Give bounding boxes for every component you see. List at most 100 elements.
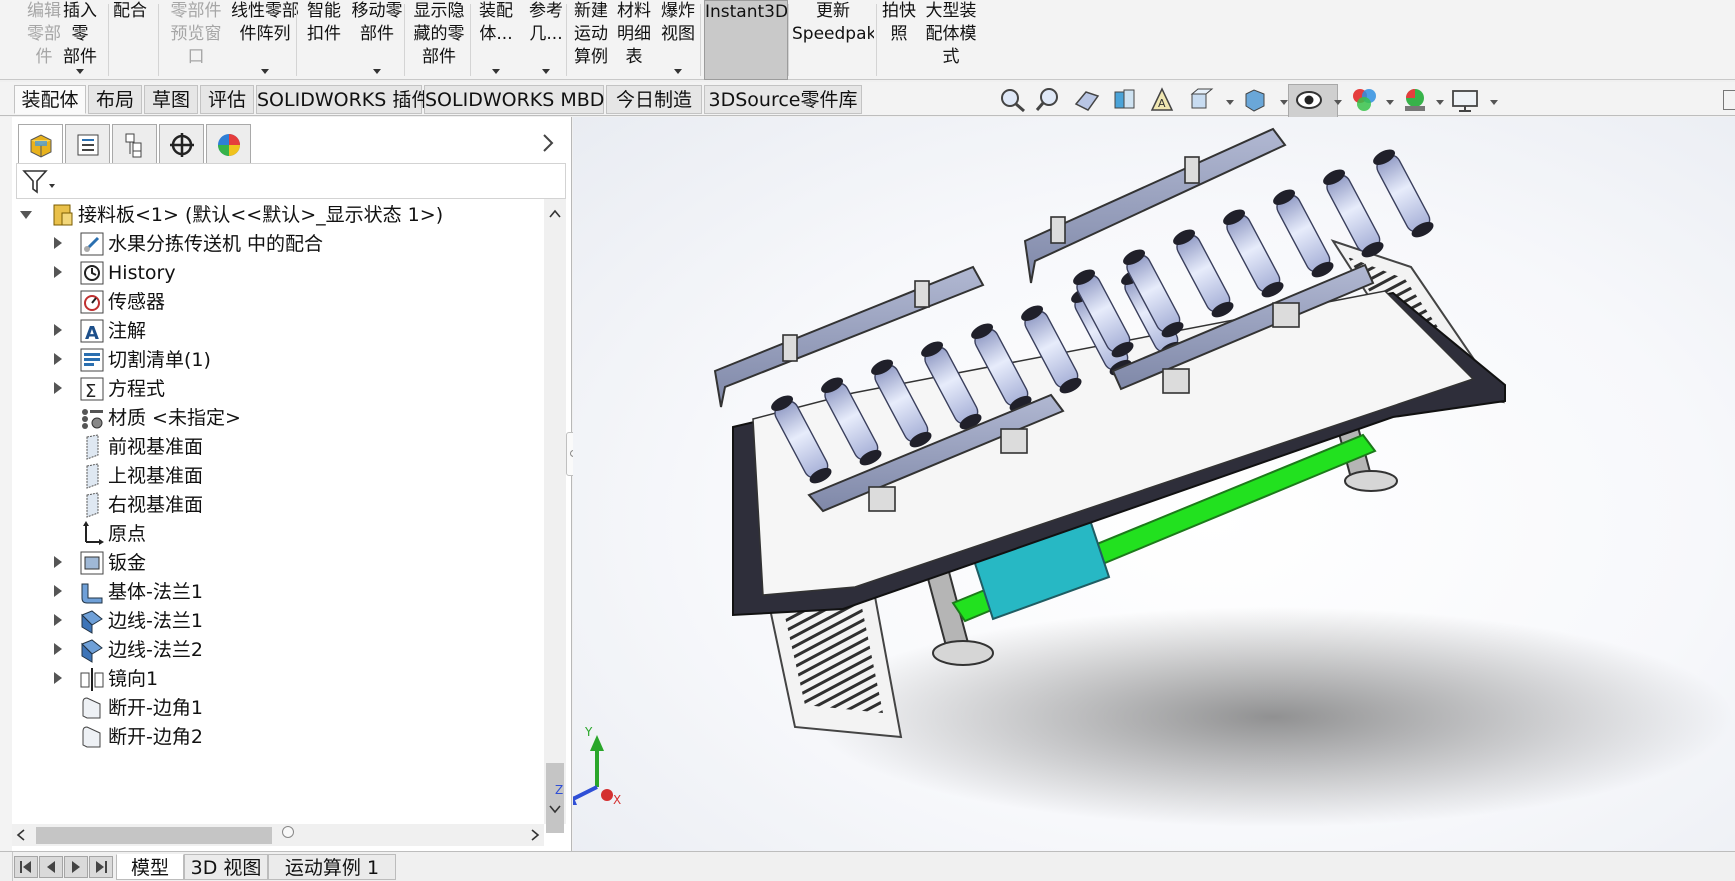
component-preview-button[interactable]: 零部件 预览窗 口 (164, 0, 228, 80)
exploded-view-button[interactable]: 爆炸 视图 (658, 0, 698, 80)
chevron-down-icon[interactable] (674, 69, 682, 74)
filter-icon[interactable] (21, 168, 57, 196)
tree-item-16[interactable]: 断开-边角1 (16, 692, 544, 724)
tree-vertical-scrollbar[interactable] (544, 199, 566, 833)
bottom-tab-2[interactable]: 运动算例 1 (268, 854, 396, 880)
expand-closed-icon[interactable] (54, 237, 62, 249)
command-tab-0[interactable]: 装配体 (14, 85, 86, 114)
tree-item-4[interactable]: 切割清单(1) (16, 344, 544, 376)
tree-item-5[interactable]: Σ 方程式 (16, 373, 544, 405)
update-speedpak-button[interactable]: 更新 Speedpak (792, 0, 874, 80)
command-tab-1[interactable]: 布局 (88, 85, 142, 114)
previous-tab-icon[interactable] (39, 856, 63, 878)
chevron-down-icon[interactable] (1226, 100, 1234, 105)
roller[interactable] (1221, 206, 1286, 300)
smart-fasteners-button[interactable]: 智能 扣件 (304, 0, 344, 80)
chevron-down-icon[interactable] (1280, 100, 1288, 105)
vertical-scroll-thumb[interactable] (546, 763, 564, 833)
tree-item-root[interactable]: 接料板<1> (默认<<默认>_显示状态 1>) (16, 199, 544, 231)
zoom-to-area-icon[interactable] (1035, 86, 1065, 114)
command-tab-2[interactable]: 草图 (144, 85, 198, 114)
displaymanager-tab[interactable] (206, 124, 251, 164)
horizontal-scroll-thumb[interactable] (36, 827, 272, 844)
expand-closed-icon[interactable] (54, 382, 62, 394)
edit-appearance-icon[interactable] (1350, 86, 1380, 114)
show-hidden-button[interactable]: 显示隐 藏的零 部件 (410, 0, 468, 80)
tree-item-7[interactable]: 前视基准面 (16, 431, 544, 463)
last-tab-icon[interactable] (89, 856, 113, 878)
feature-tree-filter[interactable] (16, 163, 566, 199)
insert-components-button[interactable]: 插入零 部件 (56, 0, 104, 80)
next-tab-icon[interactable] (64, 856, 88, 878)
move-component-button[interactable]: 移动零 部件 (348, 0, 406, 80)
assembly-features-button[interactable]: 装配 体... (474, 0, 518, 80)
tree-item-14[interactable]: 边线-法兰2 (16, 634, 544, 666)
chevron-down-icon[interactable] (1436, 100, 1444, 105)
tree-item-0[interactable]: 水果分拣传送机 中的配合 (16, 228, 544, 260)
bottom-tab-0[interactable]: 模型 (116, 854, 184, 880)
expand-closed-icon[interactable] (54, 353, 62, 365)
featuremanager-tab[interactable] (18, 124, 63, 164)
graphics-area[interactable] (573, 117, 1735, 851)
propertymanager-tab[interactable] (65, 124, 110, 164)
chevron-down-icon[interactable] (261, 69, 269, 74)
bottom-tab-1[interactable]: 3D 视图 (184, 854, 268, 880)
chevron-down-icon[interactable] (76, 69, 84, 74)
reference-geometry-button[interactable]: 参考 几... (524, 0, 568, 80)
display-style-icon[interactable] (1240, 86, 1270, 114)
mate-button[interactable]: 配合 (112, 0, 148, 80)
task-pane-collapse-handle[interactable] (1723, 90, 1735, 110)
roller[interactable] (1171, 226, 1236, 320)
chevron-down-icon[interactable] (1386, 100, 1394, 105)
expand-closed-icon[interactable] (54, 556, 62, 568)
tree-item-2[interactable]: 传感器 (16, 286, 544, 318)
take-snapshot-button[interactable]: 拍快 照 (880, 0, 918, 80)
chevron-down-icon[interactable] (542, 69, 550, 74)
zoom-to-fit-icon[interactable] (998, 86, 1028, 114)
view-settings-icon[interactable] (1450, 86, 1480, 114)
roller[interactable] (1371, 146, 1436, 240)
apply-scene-icon[interactable] (1400, 86, 1430, 114)
expand-closed-icon[interactable] (54, 672, 62, 684)
chevron-down-icon[interactable] (1334, 100, 1342, 105)
command-tab-4[interactable]: SOLIDWORKS 插件 (256, 85, 430, 114)
tree-item-17[interactable]: 断开-边角2 (16, 721, 544, 753)
roller[interactable] (1271, 186, 1336, 280)
linear-pattern-button[interactable]: 线性零部 件阵列 (226, 0, 304, 80)
expand-closed-icon[interactable] (54, 643, 62, 655)
large-assembly-button[interactable]: 大型装 配体模 式 (922, 0, 980, 80)
tree-item-8[interactable]: 上视基准面 (16, 460, 544, 492)
expand-open-icon[interactable] (20, 211, 32, 219)
instant3d-button[interactable]: Instant3D (704, 0, 788, 80)
expand-closed-icon[interactable] (54, 266, 62, 278)
tree-item-13[interactable]: 边线-法兰1 (16, 605, 544, 637)
chevron-down-icon[interactable] (492, 69, 500, 74)
command-tab-6[interactable]: 今日制造 (606, 85, 702, 114)
conveyor-assembly-model[interactable] (573, 117, 1735, 851)
panel-split-handle[interactable] (282, 826, 294, 838)
command-tab-3[interactable]: 评估 (200, 85, 254, 114)
command-tab-7[interactable]: 3DSource零件库 (704, 85, 862, 114)
hide-show-items-icon[interactable] (1294, 86, 1324, 114)
tree-item-15[interactable]: 镜向1 (16, 663, 544, 695)
tree-item-3[interactable]: A 注解 (16, 315, 544, 347)
expand-closed-icon[interactable] (54, 585, 62, 597)
section-view-icon[interactable] (1110, 86, 1140, 114)
view-orientation-icon[interactable] (1186, 86, 1216, 114)
tree-horizontal-scrollbar[interactable] (12, 824, 544, 846)
expand-closed-icon[interactable] (54, 324, 62, 336)
previous-view-icon[interactable] (1072, 86, 1102, 114)
tree-item-1[interactable]: History (16, 257, 544, 289)
tree-item-9[interactable]: 右视基准面 (16, 489, 544, 521)
dimxpertmanager-tab[interactable] (159, 124, 204, 164)
command-tab-5[interactable]: SOLIDWORKS MBD (424, 85, 604, 114)
new-motion-study-button[interactable]: 新建 运动 算例 (572, 0, 610, 80)
tree-item-12[interactable]: 基体-法兰1 (16, 576, 544, 608)
panel-tabs-expand-icon[interactable] (540, 131, 556, 155)
expand-closed-icon[interactable] (54, 614, 62, 626)
configurationmanager-tab[interactable] (112, 124, 157, 164)
chevron-down-icon[interactable] (1490, 100, 1498, 105)
dynamic-annotation-icon[interactable]: A (1148, 86, 1178, 114)
bill-of-materials-button[interactable]: 材料 明细 表 (616, 0, 652, 80)
roller[interactable] (1321, 166, 1386, 260)
